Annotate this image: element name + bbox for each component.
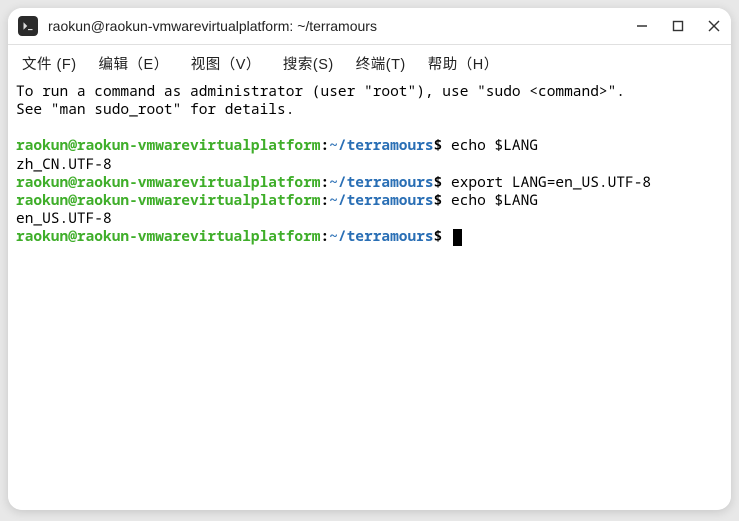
motd-line: To run a command as administrator (user … [16,81,625,101]
titlebar: raokun@raokun-vmwarevirtualplatform: ~/t… [8,8,731,45]
maximize-button[interactable] [671,19,685,33]
close-button[interactable] [707,19,721,33]
terminal-app-icon [18,16,38,36]
terminal-line: raokun@raokun-vmwarevirtualplatform:~/te… [16,227,723,246]
cursor [453,229,462,246]
motd-line: See "man sudo_root" for details. [16,99,294,119]
terminal-output-area[interactable]: To run a command as administrator (user … [8,80,731,510]
prompt-colon: : [321,172,330,192]
output-text: en_US.UTF-8 [16,208,112,228]
prompt-user: raokun@raokun-vmwarevirtualplatform [16,135,321,155]
prompt-path: ~/terramours [329,135,433,155]
prompt-colon: : [321,135,330,155]
prompt-colon: : [321,226,330,246]
prompt-path: ~/terramours [329,190,433,210]
window-controls [635,19,721,33]
window-title: raokun@raokun-vmwarevirtualplatform: ~/t… [48,18,635,34]
terminal-line: raokun@raokun-vmwarevirtualplatform:~/te… [16,173,723,191]
menu-view[interactable]: 视图（V） [191,53,261,74]
menu-terminal[interactable]: 终端(T) [356,53,406,74]
command-text: echo $LANG [451,190,538,210]
prompt-path: ~/terramours [329,172,433,192]
terminal-line: See "man sudo_root" for details. [16,100,723,118]
terminal-line [16,118,723,136]
prompt-dollar: $ [434,135,451,155]
terminal-line: zh_CN.UTF-8 [16,155,723,173]
prompt-user: raokun@raokun-vmwarevirtualplatform [16,190,321,210]
terminal-window: raokun@raokun-vmwarevirtualplatform: ~/t… [8,8,731,510]
prompt-dollar: $ [434,226,451,246]
command-text: echo $LANG [451,135,538,155]
menu-help[interactable]: 帮助（H） [428,53,499,74]
prompt-dollar: $ [434,190,451,210]
output-text: zh_CN.UTF-8 [16,154,112,174]
command-text: export LANG=en_US.UTF-8 [451,172,651,192]
terminal-line: raokun@raokun-vmwarevirtualplatform:~/te… [16,136,723,154]
prompt-path: ~/terramours [329,226,433,246]
menu-edit[interactable]: 编辑（E） [99,53,169,74]
blank-line [16,117,25,137]
menu-search[interactable]: 搜索(S) [283,53,334,74]
menu-file[interactable]: 文件 (F) [22,53,77,74]
minimize-button[interactable] [635,19,649,33]
terminal-line: en_US.UTF-8 [16,209,723,227]
menubar: 文件 (F) 编辑（E） 视图（V） 搜索(S) 终端(T) 帮助（H） [8,45,731,80]
terminal-line: To run a command as administrator (user … [16,82,723,100]
prompt-user: raokun@raokun-vmwarevirtualplatform [16,172,321,192]
terminal-line: raokun@raokun-vmwarevirtualplatform:~/te… [16,191,723,209]
prompt-colon: : [321,190,330,210]
prompt-dollar: $ [434,172,451,192]
prompt-user: raokun@raokun-vmwarevirtualplatform [16,226,321,246]
